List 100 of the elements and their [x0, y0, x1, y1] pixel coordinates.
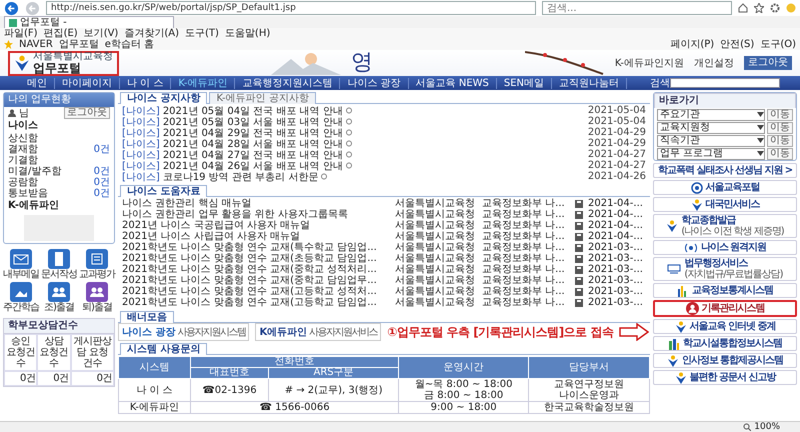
quick-button[interactable]: 문서작성 — [41, 249, 77, 280]
service-banner[interactable]: 기록관리시스템 — [653, 300, 797, 317]
notice-link[interactable]: 2021년 04월 26일 서울 배포 내역 안내 — [162, 158, 343, 172]
favorite-link[interactable]: e학습터 홈 — [104, 39, 154, 50]
resource-link[interactable]: 2021학년도 나이스 맞춤형 연수 교재(중학교 성적처리... — [122, 264, 392, 275]
resource-link[interactable]: 2021년 나이스 사립급여 사용자 매뉴얼 — [122, 231, 392, 242]
quick-button[interactable]: 주간학습 — [3, 282, 39, 313]
nav-item[interactable]: 교육행정지원시스템 — [235, 78, 340, 88]
notice-link[interactable]: 2021년 05월 03일 서울 배포 내역 안내 — [162, 114, 343, 128]
banner[interactable]: 나이스 광장 사용자지원시스템 — [118, 323, 250, 341]
menu-item[interactable]: 즐겨찾기(A) — [124, 28, 179, 39]
quick-button[interactable]: 퇴)출결 — [79, 282, 115, 313]
notice-link[interactable]: 2021년 04월 28일 서울 배포 내역 안내 — [162, 136, 343, 150]
notice-link[interactable]: 2021년 04월 27일 전국 배포 내역 안내 — [162, 148, 343, 162]
mailbox-link[interactable]: 결재함 — [8, 144, 91, 155]
resource-link[interactable]: 2021학년도 나이스 맞춤형 연수 교재(초등학교 담임업... — [122, 253, 392, 264]
header-link[interactable]: 개인설정 — [694, 56, 734, 70]
service-banner[interactable]: 서울교육포털 — [653, 180, 797, 195]
category-link[interactable]: [나이스] — [122, 148, 160, 162]
quick-button[interactable]: 조)출결 — [41, 282, 77, 313]
resource-link[interactable]: 2021학년도 나이스 맞춤형 연수 교재(고등학교 성적처... — [122, 286, 392, 297]
service-banner[interactable]: 나이스 원격지원 — [653, 240, 797, 255]
panel-title: 나의 업무현황 — [4, 93, 114, 107]
dropdown[interactable]: 직속기관 — [657, 134, 765, 146]
mailbox-link[interactable]: 기결함 — [8, 155, 110, 166]
category-link[interactable]: [나이스] — [122, 170, 160, 184]
header-link[interactable]: K-에듀파인지원 — [614, 56, 684, 70]
service-banner[interactable]: 인사정보 통합제공시스템 — [653, 353, 797, 368]
search-field[interactable] — [670, 78, 780, 88]
category-link[interactable]: [나이스] — [122, 104, 160, 118]
nav-item[interactable]: 마이페이지 — [55, 78, 120, 88]
resource-link[interactable]: 2021학년도 나이스 맞춤형 연수 교재(고등학교 담임업... — [122, 297, 392, 308]
menu-item[interactable]: 파일(F) — [4, 28, 38, 39]
menu-item[interactable]: 편집(E) — [44, 28, 78, 39]
table-header: ARS구분 — [268, 368, 399, 378]
resource-link[interactable]: 나이스 권한관리 업무 활용을 위한 사용자그룹목록 — [122, 209, 392, 220]
category-link[interactable]: [나이스] — [122, 114, 160, 128]
dropdown[interactable]: 교육지원청 — [657, 122, 765, 134]
service-banner[interactable]: 학교폭력 실태조사 선생님 지원 > — [653, 163, 797, 178]
command-menu[interactable]: 도구(O) — [760, 39, 796, 50]
go-button[interactable]: 이동 — [767, 148, 793, 160]
notice-link[interactable]: 코로나19 방역 관련 부총리 서한문 — [162, 170, 318, 184]
nav-item[interactable]: 서울교육 NEWS — [408, 78, 497, 88]
command-menu[interactable]: 안전(S) — [720, 39, 754, 50]
dropdown[interactable]: 업무 프로그램 — [657, 148, 765, 160]
category-link[interactable]: [나이스] — [122, 136, 160, 150]
banner[interactable]: K에듀파인 사용자지원서비스 — [255, 323, 382, 341]
logout-button[interactable]: 로그아웃 — [744, 56, 792, 70]
menu-item[interactable]: 도구(T) — [185, 28, 219, 39]
service-banner[interactable]: 서울교육 인터넷 중계 — [653, 319, 797, 334]
command-menu[interactable]: 페이지(P) — [670, 39, 714, 50]
nav-item[interactable]: 메인 — [20, 78, 55, 88]
browser-tab[interactable]: 업무포털 - — [4, 16, 174, 28]
service-banner[interactable]: 학교종합발급 (나이스 이전 학생 제증명) — [653, 214, 797, 238]
address-field[interactable]: http://neis.sen.go.kr/SP/web/portal/jsp/SP_Default1.jsp — [46, 1, 536, 15]
mailbox-link[interactable]: 공람함 — [8, 177, 91, 188]
service-banner[interactable]: 교육정보통계시스템 — [653, 283, 797, 298]
go-button[interactable]: 이동 — [767, 134, 793, 146]
resource-link[interactable]: 2021학년도 나이스 맞춤형 연수 교재(중학교 담임업무... — [122, 275, 392, 286]
star-icon[interactable] — [754, 3, 764, 13]
quick-button[interactable]: 내부메일 — [3, 249, 39, 280]
organization: 서울특별시교육청 — [395, 275, 476, 286]
go-button[interactable]: 이동 — [767, 122, 793, 134]
favorite-link[interactable]: 업무포털 — [58, 39, 99, 50]
service-banner[interactable]: 학교시설통합정보시스템 — [653, 336, 797, 351]
mailbox-link[interactable]: 통보받음 — [8, 188, 91, 199]
nav-item[interactable]: 나이스 광장 — [340, 78, 409, 88]
nav-item[interactable]: SEN메일 — [496, 78, 552, 88]
tab[interactable]: 나이스 도움자료 — [120, 185, 208, 197]
tab[interactable]: 시스템 사용문의 — [120, 343, 208, 355]
notice-link[interactable]: 2021년 05월 04일 전국 배포 내역 안내 — [162, 104, 343, 118]
tab[interactable]: 배너모음 — [120, 311, 174, 323]
menu-item[interactable]: 보기(V) — [84, 28, 118, 39]
tab[interactable]: K-에듀파인 공지사항 — [209, 92, 316, 104]
service-banner[interactable]: 법무행정서비스 (자치법규/무료법률상담) — [653, 257, 797, 281]
notice-link[interactable]: 2021년 04월 29일 전국 배포 내역 안내 — [162, 126, 343, 140]
back-button[interactable] — [4, 0, 19, 16]
tab[interactable]: 나이스 공지사항 — [120, 92, 208, 104]
nav-item[interactable]: K-에듀파인 — [171, 78, 236, 88]
resource-link[interactable]: 나이스 권한관리 핵심 매뉴얼 — [122, 198, 392, 209]
mailbox-link[interactable]: 상신함 — [8, 133, 110, 144]
search-field[interactable]: 검색... — [542, 1, 732, 15]
resource-link[interactable]: 2021년 나이스 국공립급여 사용자 매뉴얼 — [122, 220, 392, 231]
quick-button[interactable]: 교과평가 — [79, 249, 115, 280]
star-icon[interactable] — [4, 40, 13, 49]
category-link[interactable]: [나이스] — [122, 126, 160, 140]
go-button[interactable]: 이동 — [767, 108, 793, 120]
nav-item[interactable]: 교직원나눔터 — [552, 78, 628, 88]
category-link[interactable]: [나이스] — [122, 158, 160, 172]
favorite-link[interactable]: NAVER — [19, 39, 53, 50]
service-banner[interactable]: 대국민서비스 — [653, 197, 797, 212]
menu-item[interactable]: 도움말(H) — [224, 28, 270, 39]
nav-item[interactable]: 나 이 스 — [120, 78, 172, 88]
dropdown[interactable]: 주요기관 — [657, 108, 765, 120]
resource-link[interactable]: 2021학년도 나이스 맞춤형 연수 교재(특수학교 담임업... — [122, 242, 392, 253]
home-icon[interactable] — [738, 3, 748, 13]
mailbox-link[interactable]: 미결/발주함 — [8, 166, 91, 177]
logout-button[interactable]: 로그아웃 — [64, 107, 110, 119]
settings-icon[interactable] — [770, 3, 780, 13]
service-banner[interactable]: 불편한 공문서 신고방 — [653, 370, 797, 385]
